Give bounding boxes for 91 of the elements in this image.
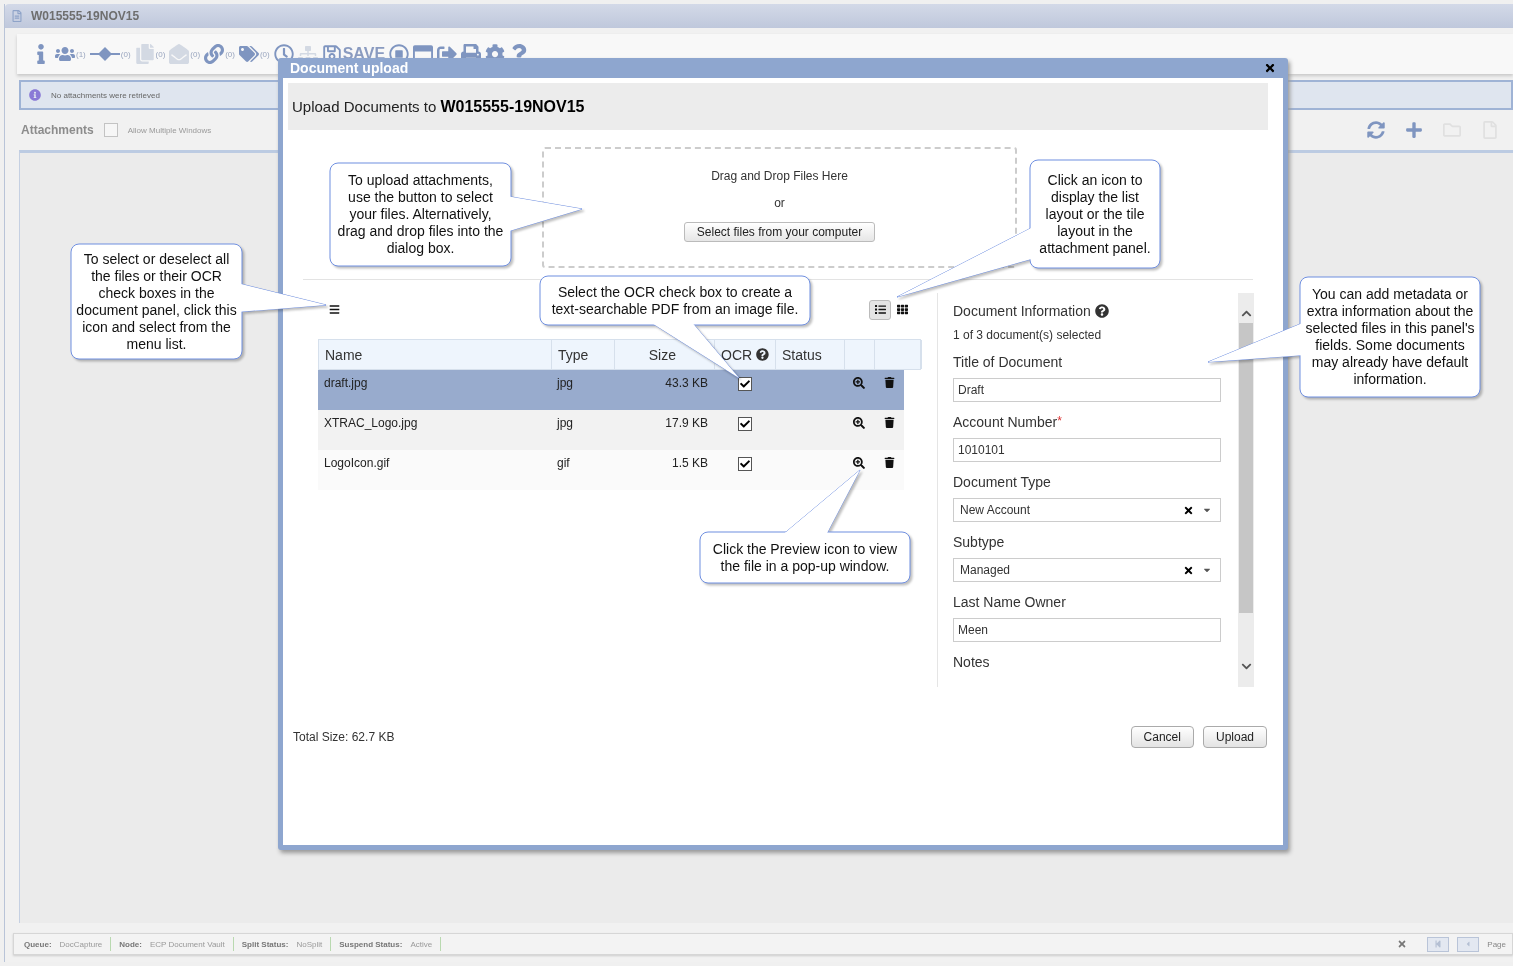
status-label: Suspend Status: xyxy=(339,939,403,949)
info-icon xyxy=(29,89,41,101)
status-label: Node: xyxy=(119,939,142,949)
count-label: (0) xyxy=(155,49,166,59)
or-label: or xyxy=(774,196,785,210)
column-header[interactable]: Status xyxy=(782,346,822,363)
window-title: W015555-19NOV15 xyxy=(31,9,140,23)
field-label: Subtype xyxy=(953,534,1006,550)
add-icon[interactable] xyxy=(1405,121,1423,139)
count-label: (1) xyxy=(76,49,86,59)
scroll-down-icon[interactable] xyxy=(1240,661,1252,672)
document-icon xyxy=(11,10,23,22)
upload-button[interactable]: Upload xyxy=(1202,726,1267,748)
ocr-checkbox[interactable] xyxy=(737,417,752,431)
count-label: (0) xyxy=(259,49,270,59)
field-label: Account Number* xyxy=(953,414,1063,430)
file-type: jpg xyxy=(555,415,574,432)
total-size: Total Size: 62.7 KB xyxy=(293,730,396,744)
menu-icon[interactable] xyxy=(329,304,340,315)
diamond-icon[interactable] xyxy=(89,47,120,61)
callout: You can add metadata or extra information about the selected files in this panel's fields. Some documents may already have default information. xyxy=(1207,276,1484,401)
select-files-button[interactable]: Select files from your computer xyxy=(683,222,876,242)
status-label: Split Status: xyxy=(241,939,289,949)
cancel-button[interactable]: Cancel xyxy=(1130,726,1194,748)
count-label: (0) xyxy=(190,49,201,59)
file-name: draft.jpg xyxy=(323,375,369,392)
select-field[interactable]: Managed xyxy=(953,558,1221,582)
zoom-icon[interactable] xyxy=(853,457,865,469)
info-message: No attachments were retrieved xyxy=(51,90,160,100)
column-header[interactable]: Type xyxy=(558,346,589,363)
dialog-heading: Upload Documents to W015555-19NOV15 xyxy=(288,83,1268,130)
field-label: Document Type xyxy=(953,474,1052,490)
callout: Click an icon to display the list layout or the tile layout in the attachment panel. xyxy=(896,159,1164,301)
field-label: Title of Document xyxy=(953,354,1064,370)
file-row[interactable]: LogoIcon.gif gif 1.5 KB xyxy=(318,450,904,490)
zoom-icon[interactable] xyxy=(853,377,865,389)
column-header[interactable]: OCR xyxy=(721,346,753,363)
zoom-icon[interactable] xyxy=(853,417,865,429)
help-icon[interactable] xyxy=(1094,304,1109,318)
status-value: DocCapture xyxy=(59,939,103,949)
file-row[interactable]: XTRAC_Logo.jpg jpg 17.9 KB xyxy=(318,410,904,450)
link-icon[interactable] xyxy=(204,44,225,64)
file-row[interactable]: draft.jpg jpg 43.3 KB xyxy=(318,370,904,410)
file-name: LogoIcon.gif xyxy=(323,455,391,472)
count-label: (0) xyxy=(225,49,235,59)
page-label: Page xyxy=(1487,939,1506,949)
status-value: Active xyxy=(410,939,433,949)
scroll-up-icon[interactable] xyxy=(1240,308,1252,319)
help-icon[interactable] xyxy=(756,348,769,361)
input-field[interactable]: Draft xyxy=(953,378,1221,402)
list-view-button[interactable] xyxy=(869,299,891,320)
refresh-icon[interactable] xyxy=(1367,121,1385,139)
trash-icon[interactable] xyxy=(883,457,895,469)
scrollbar[interactable] xyxy=(1238,293,1254,687)
dialog-title: Document upload xyxy=(290,60,409,76)
trash-icon[interactable] xyxy=(883,417,895,429)
select-field[interactable]: New Account xyxy=(953,498,1221,522)
selection-count: 1 of 3 document(s) selected xyxy=(953,328,1103,342)
close-icon[interactable] xyxy=(1397,939,1408,949)
file-size: 17.9 KB xyxy=(664,415,709,432)
clock-icon[interactable] xyxy=(273,44,294,64)
file-size: 1.5 KB xyxy=(670,455,709,472)
status-label: Queue: xyxy=(24,939,52,949)
ocr-checkbox[interactable] xyxy=(737,377,752,391)
checkbox[interactable] xyxy=(103,123,118,137)
grid-icon[interactable] xyxy=(896,304,908,315)
column-header[interactable]: Size xyxy=(648,346,676,363)
file-name: XTRAC_Logo.jpg xyxy=(323,415,419,432)
count-label: (0) xyxy=(120,49,131,59)
clear-icon[interactable] xyxy=(1183,564,1194,576)
panel-title: Document Information xyxy=(953,303,1091,319)
status-value: NoSplit xyxy=(296,939,323,949)
field-label: Last Name Owner xyxy=(953,594,1067,610)
field-label: Notes xyxy=(953,654,991,670)
ocr-checkbox[interactable] xyxy=(737,457,752,471)
clear-icon[interactable] xyxy=(1183,504,1194,516)
section-title: Attachments xyxy=(21,123,94,137)
tags-icon[interactable] xyxy=(238,44,259,64)
file-type: jpg xyxy=(555,375,574,392)
drop-prompt: Drag and Drop Files Here xyxy=(711,169,848,183)
close-icon[interactable] xyxy=(1264,62,1276,74)
callout: Click the Preview icon to view the file in a pop-up window. xyxy=(699,469,914,587)
list-icon[interactable] xyxy=(874,304,886,315)
people-icon[interactable] xyxy=(55,44,75,64)
input-field[interactable]: 1010101 xyxy=(953,438,1221,462)
trash-icon[interactable] xyxy=(883,377,895,389)
file-type: gif xyxy=(556,455,571,472)
status-value: ECP Document Vault xyxy=(149,939,225,949)
input-field[interactable]: Meen xyxy=(953,618,1221,642)
file-size: 43.3 KB xyxy=(664,375,709,392)
checkbox-label: Allow Multiple Windows xyxy=(127,125,212,135)
